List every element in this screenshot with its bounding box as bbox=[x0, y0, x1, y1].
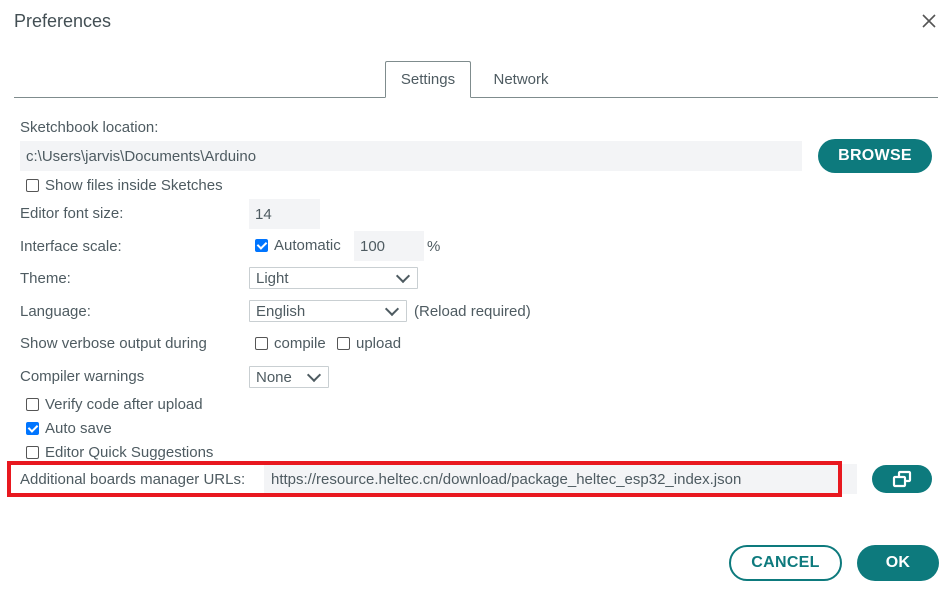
verbose-compile-row: compile bbox=[255, 335, 326, 352]
interface-scale-input[interactable]: 100 bbox=[354, 231, 424, 261]
font-size-input[interactable]: 14 bbox=[249, 199, 320, 229]
compiler-warnings-label: Compiler warnings bbox=[20, 368, 145, 385]
interface-scale-label: Interface scale: bbox=[20, 238, 122, 255]
show-files-label: Show files inside Sketches bbox=[45, 177, 223, 194]
verbose-upload-label: upload bbox=[356, 335, 402, 352]
verbose-compile-label: compile bbox=[274, 335, 326, 352]
open-window-icon bbox=[892, 470, 912, 488]
dialog-title: Preferences bbox=[14, 11, 112, 31]
browse-button[interactable]: BROWSE bbox=[818, 139, 932, 173]
cancel-button[interactable]: CANCEL bbox=[729, 545, 842, 581]
verify-checkbox[interactable] bbox=[26, 398, 39, 411]
automatic-checkbox[interactable] bbox=[255, 239, 268, 252]
verbose-output-label: Show verbose output during bbox=[20, 335, 207, 352]
compiler-warnings-select[interactable]: None bbox=[249, 366, 329, 388]
language-select[interactable]: English bbox=[249, 300, 407, 322]
verify-row: Verify code after upload bbox=[26, 396, 203, 413]
automatic-row: Automatic bbox=[255, 237, 341, 254]
tab-divider bbox=[14, 97, 938, 98]
tab-settings[interactable]: Settings bbox=[385, 61, 471, 98]
edit-urls-button[interactable] bbox=[872, 465, 932, 493]
quick-suggestions-checkbox[interactable] bbox=[26, 446, 39, 459]
sketchbook-location-label: Sketchbook location: bbox=[20, 119, 159, 136]
verbose-upload-row: upload bbox=[337, 335, 401, 352]
verbose-compile-checkbox[interactable] bbox=[255, 337, 268, 350]
quick-suggestions-row: Editor Quick Suggestions bbox=[26, 444, 213, 461]
language-select-value: English bbox=[256, 302, 306, 320]
verbose-upload-checkbox[interactable] bbox=[337, 337, 350, 350]
verify-label: Verify code after upload bbox=[45, 396, 203, 413]
chevron-down-icon bbox=[306, 367, 322, 382]
show-files-row: Show files inside Sketches bbox=[26, 177, 223, 194]
language-reload-note: (Reload required) bbox=[414, 303, 531, 320]
automatic-label: Automatic bbox=[274, 237, 341, 254]
compiler-warnings-value: None bbox=[256, 368, 292, 386]
sketchbook-location-input[interactable]: c:\Users\jarvis\Documents\Arduino bbox=[20, 141, 802, 171]
quick-suggestions-label: Editor Quick Suggestions bbox=[45, 444, 214, 461]
close-icon[interactable] bbox=[918, 10, 940, 32]
interface-scale-unit: % bbox=[427, 238, 441, 255]
chevron-down-icon bbox=[395, 268, 411, 283]
font-size-label: Editor font size: bbox=[20, 205, 124, 222]
autosave-label: Auto save bbox=[45, 420, 112, 437]
autosave-checkbox[interactable] bbox=[26, 422, 39, 435]
theme-label: Theme: bbox=[20, 270, 71, 287]
theme-select[interactable]: Light bbox=[249, 267, 418, 289]
chevron-down-icon bbox=[384, 301, 400, 316]
highlight-box bbox=[7, 461, 842, 497]
tab-network[interactable]: Network bbox=[478, 61, 564, 97]
theme-select-value: Light bbox=[256, 269, 289, 287]
autosave-row: Auto save bbox=[26, 420, 112, 437]
language-label: Language: bbox=[20, 303, 91, 320]
show-files-checkbox[interactable] bbox=[26, 179, 39, 192]
ok-button[interactable]: OK bbox=[857, 545, 939, 581]
